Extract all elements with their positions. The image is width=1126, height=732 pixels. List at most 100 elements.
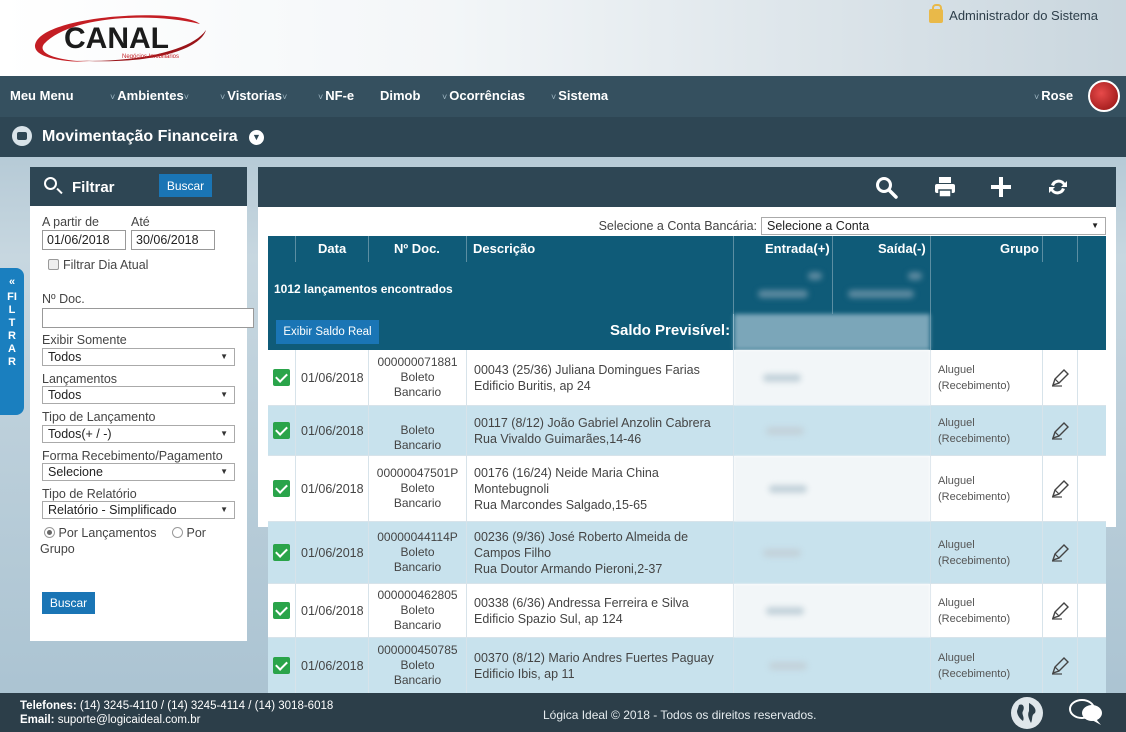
add-icon[interactable] — [989, 175, 1013, 199]
table-row[interactable]: 01/06/2018 00000047501P Boleto Bancario 0017… — [268, 456, 1106, 522]
date-from-input[interactable]: 01/06/2018 — [42, 230, 126, 250]
relatorio-select[interactable]: Relatório - Simplificado — [42, 501, 235, 519]
relatorio-label: Tipo de Relatório — [42, 487, 137, 501]
menu-vistorias[interactable]: ˅ Vistorias˅ — [220, 88, 289, 103]
table-row[interactable]: 01/06/2018 00000044114P Boleto Bancario 0023… — [268, 522, 1106, 584]
menu-ambientes[interactable]: ˅ Ambientes˅ — [110, 88, 191, 103]
buscar-top-button[interactable]: Buscar — [159, 174, 212, 197]
ndoc-input[interactable] — [42, 308, 254, 328]
print-icon[interactable] — [933, 175, 957, 199]
menu-dimob[interactable]: Dimob — [380, 88, 420, 103]
edit-pencil-icon[interactable] — [1050, 479, 1070, 499]
table-row[interactable]: 01/06/2018 000000462805 Boleto Bancario 0033… — [268, 584, 1106, 638]
email-value[interactable]: suporte@logicaideal.com.br — [58, 714, 201, 726]
menu-ocorrencias[interactable]: ˅ Ocorrências — [442, 88, 525, 103]
edit-pencil-icon[interactable] — [1050, 656, 1070, 676]
row-doc: 000000462805 Boleto Bancario — [377, 588, 458, 632]
edit-pencil-icon[interactable] — [1050, 421, 1070, 441]
double-chevron-left-icon: « — [8, 276, 16, 288]
row-description: 00117 (8/12) João Gabriel Anzolin Cabrer… — [474, 416, 711, 446]
blurred-value — [808, 272, 822, 280]
por-lancamentos-radio[interactable]: Por Lançamentos — [44, 526, 156, 540]
col-data[interactable]: Data — [318, 241, 346, 256]
ndoc-label: Nº Doc. — [42, 292, 85, 306]
globe-icon[interactable] — [1011, 697, 1043, 729]
copyright: Lógica Ideal © 2018 - Todos os direitos … — [543, 708, 817, 722]
tipo-select[interactable]: Todos(+ / -) — [42, 425, 235, 443]
col-entrada[interactable]: Entrada(+) — [765, 241, 830, 256]
lancamentos-select[interactable]: Todos — [42, 386, 235, 404]
edit-pencil-icon[interactable] — [1050, 543, 1070, 563]
refresh-icon[interactable] — [1046, 175, 1070, 199]
chat-icon[interactable] — [1068, 698, 1104, 726]
row-doc: 000000071881 Boleto Bancario — [377, 355, 458, 399]
table-row[interactable]: 01/06/2018 Boleto Bancario 00117 (8/12) Joã… — [268, 406, 1106, 456]
row-checkbox[interactable] — [273, 602, 290, 619]
filter-panel: Filtrar Buscar A partir de Até 01/06/201… — [30, 167, 254, 641]
row-group: Aluguel (Recebimento) — [938, 652, 1011, 680]
row-date: 01/06/2018 — [301, 482, 364, 496]
menu-meu-menu[interactable]: Meu Menu — [10, 88, 74, 103]
row-doc: Boleto Bancario — [393, 423, 442, 452]
row-amount-blurred — [734, 456, 930, 522]
table-row[interactable]: 01/06/2018 000000071881 Boleto Bancario 0004… — [268, 350, 1106, 406]
filter-header: Filtrar Buscar — [30, 167, 247, 206]
menu-user[interactable]: ˅ Rose — [1034, 88, 1073, 103]
filter-side-tab[interactable]: « FILTRAR — [0, 268, 24, 415]
row-checkbox[interactable] — [273, 422, 290, 439]
menu-nfe[interactable]: ˅ NF-e — [318, 88, 354, 103]
row-date: 01/06/2018 — [301, 424, 364, 438]
chevron-down-icon[interactable]: ▼ — [249, 130, 264, 145]
forma-select[interactable]: Selecione — [42, 463, 235, 481]
page-title-bar: Movimentação Financeira ▼ — [0, 117, 1126, 157]
filtrar-dia-atual-checkbox[interactable] — [48, 259, 59, 270]
telefones-label: Telefones: — [20, 700, 77, 712]
exibir-select[interactable]: Todos — [42, 348, 235, 366]
user-avatar-icon[interactable] — [1088, 80, 1120, 112]
footer: Telefones: (14) 3245-4110 / (14) 3245-41… — [0, 693, 1126, 732]
found-count: 1012 lançamentos encontrados — [274, 282, 453, 296]
logo-subtitle: Negócios Imobiliários — [122, 54, 179, 60]
radio-off-icon — [172, 527, 183, 538]
row-description: 00043 (25/36) Juliana Domingues Farias Ed… — [474, 363, 700, 393]
saldo-value-blurred — [734, 314, 930, 350]
admin-user[interactable]: Administrador do Sistema — [929, 3, 1098, 23]
search-icon[interactable] — [874, 175, 898, 199]
exibir-saldo-real-button[interactable]: Exibir Saldo Real — [276, 320, 379, 344]
canal-logo: CANAL Negócios Imobiliários — [34, 15, 206, 62]
menu-sistema[interactable]: ˅ Sistema — [551, 88, 608, 103]
row-checkbox[interactable] — [273, 657, 290, 674]
header: CANAL Negócios Imobiliários Administrado… — [0, 0, 1126, 76]
col-ndoc[interactable]: Nº Doc. — [394, 241, 440, 256]
row-checkbox[interactable] — [273, 480, 290, 497]
row-doc: 000000450785 Boleto Bancario — [377, 643, 458, 687]
edit-pencil-icon[interactable] — [1050, 368, 1070, 388]
conta-label: Selecione a Conta Bancária: — [598, 219, 757, 233]
buscar-bottom-button[interactable]: Buscar — [42, 592, 95, 614]
row-checkbox[interactable] — [273, 369, 290, 386]
date-from-label: A partir de — [42, 215, 99, 229]
saldo-previsivel-label: Saldo Previsível: — [610, 322, 731, 339]
email-label: Email: — [20, 714, 55, 726]
row-checkbox[interactable] — [273, 544, 290, 561]
row-amount-blurred — [734, 638, 930, 694]
search-icon — [44, 177, 57, 190]
blurred-value — [769, 485, 807, 493]
blurred-value — [758, 290, 808, 298]
date-to-input[interactable]: 30/06/2018 — [131, 230, 215, 250]
col-grupo[interactable]: Grupo — [1000, 241, 1039, 256]
row-amount-blurred — [734, 406, 930, 456]
row-doc: 00000047501P Boleto Bancario — [376, 466, 459, 510]
por-grupo-radio[interactable]: Por — [172, 526, 206, 540]
col-saida[interactable]: Saída(-) — [878, 241, 926, 256]
row-date: 01/06/2018 — [301, 546, 364, 560]
main-menu: Meu Menu ˅ Ambientes˅ ˅ Vistorias˅ ˅ NF-e D… — [0, 76, 1126, 117]
col-descricao[interactable]: Descrição — [473, 241, 535, 256]
footer-contact: Telefones: (14) 3245-4110 / (14) 3245-41… — [20, 699, 333, 727]
row-doc: 00000044114P Boleto Bancario — [377, 530, 458, 574]
telefones-value: (14) 3245-4110 / (14) 3245-4114 / (14) 3… — [79, 700, 334, 712]
table-row[interactable]: 01/06/2018 000000450785 Boleto Bancario 0037… — [268, 638, 1106, 694]
conta-select[interactable]: Selecione a Conta — [761, 217, 1106, 235]
edit-pencil-icon[interactable] — [1050, 601, 1070, 621]
blurred-value — [763, 374, 801, 382]
